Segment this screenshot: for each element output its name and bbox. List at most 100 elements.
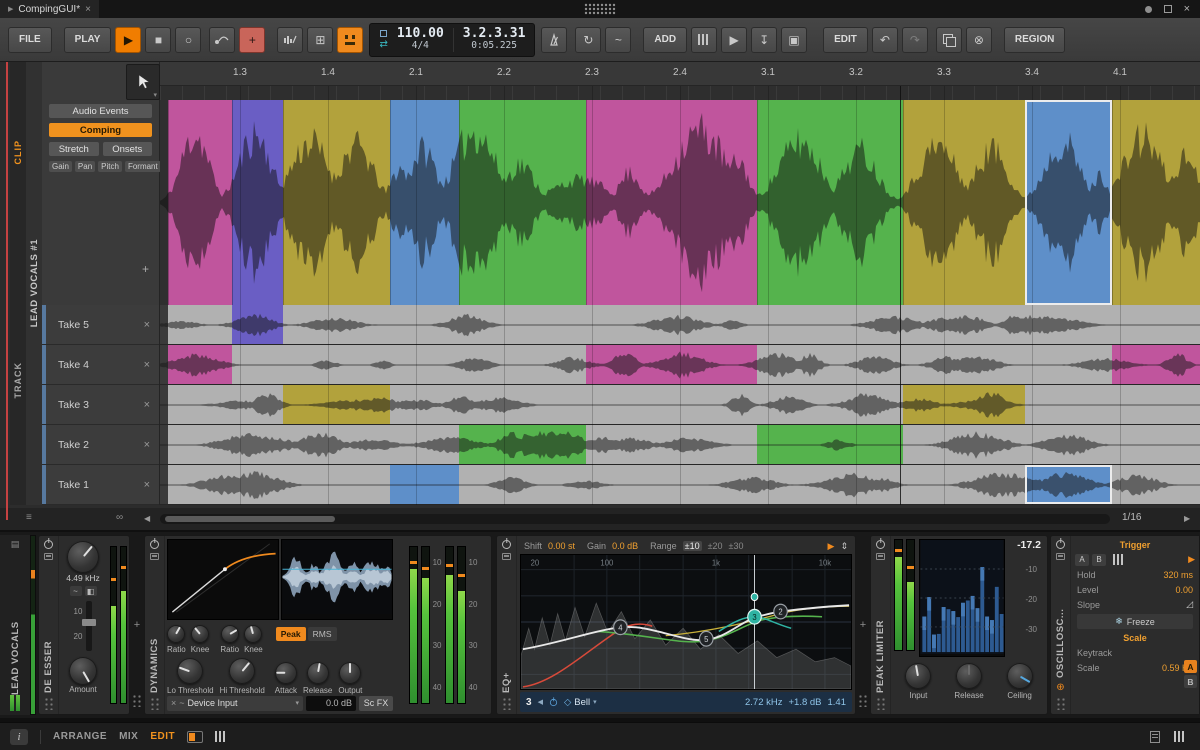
peak-mode-button[interactable]: Peak [275, 627, 306, 641]
comp-lane[interactable] [160, 100, 1200, 305]
tab-gain[interactable]: Gain [49, 161, 72, 172]
region-menu-button[interactable]: REGION [1003, 26, 1066, 53]
take-lane[interactable] [160, 345, 1200, 385]
comp-region-blue[interactable] [390, 100, 459, 305]
expand-icon[interactable]: ⇕ [840, 541, 848, 552]
tab-onsets[interactable]: Onsets [102, 142, 152, 156]
drag-handle-icon[interactable] [1055, 697, 1066, 710]
timeline-ruler[interactable]: 1.3 1.4 2.1 2.2 2.3 2.4 3.1 3.2 3.3 3.4 4.1 [160, 62, 1200, 86]
take-close-button[interactable]: × [144, 319, 159, 331]
comp-region-pink[interactable] [168, 100, 232, 305]
scrollbar-handle[interactable] [165, 516, 335, 522]
browser-panel-icon[interactable] [1174, 731, 1186, 742]
automation-write-button[interactable] [209, 26, 236, 53]
trigger-play-icon[interactable]: ▶ [1188, 554, 1195, 565]
add-device-icon[interactable]: + [134, 619, 140, 631]
loop-button[interactable]: ↻ [575, 26, 602, 53]
tab-stretch[interactable]: Stretch [49, 142, 99, 156]
device-oscilloscope[interactable]: OSCILLOSC... ⊕ Trigger A B ▶ Hold 320 ms… [1050, 535, 1200, 715]
take-close-button[interactable]: × [144, 399, 159, 411]
take-highlight-purple[interactable] [232, 305, 283, 344]
take-highlight-pink[interactable] [168, 345, 232, 384]
take-header[interactable]: Take 5 × [42, 305, 159, 345]
tab-pitch[interactable]: Pitch [98, 161, 122, 172]
amount-knob[interactable] [69, 657, 97, 685]
rms-mode-button[interactable]: RMS [307, 627, 337, 641]
add-menu-button[interactable]: ADD [643, 26, 688, 53]
folder-icon[interactable] [1056, 553, 1065, 560]
comp-region-olive[interactable] [283, 100, 390, 305]
device-eq-plus[interactable]: EQ+ Shift 0.00 st Gain 0.0 dB Range ±10 … [496, 535, 856, 715]
frequency-knob[interactable] [67, 541, 99, 573]
hold-value[interactable]: 320 ms [1163, 570, 1193, 580]
edit-waveform-button[interactable] [277, 26, 304, 53]
metronome-button[interactable] [541, 26, 568, 53]
fill-mode-icon[interactable] [380, 29, 388, 37]
sidechain-fx-button[interactable]: Sc FX [359, 695, 393, 711]
device-de-esser[interactable]: DE ESSER 4.49 kHz ~ ◧ 10 20 Amount [38, 535, 130, 715]
threshold-slider[interactable] [82, 601, 97, 651]
play-button[interactable]: ▶ [115, 26, 142, 53]
add-take-lane-button[interactable]: + [142, 262, 149, 276]
band-freq-value[interactable]: 2.72 kHz [745, 697, 783, 708]
band-number[interactable]: 3 [526, 697, 532, 708]
session-indicator-icon[interactable] [1144, 5, 1152, 13]
take-close-button[interactable]: × [144, 359, 159, 371]
frequency-value[interactable]: 4.49 kHz [66, 573, 100, 583]
tab-pan[interactable]: Pan [74, 161, 96, 172]
take-highlight-blue[interactable] [390, 465, 459, 504]
take-header[interactable]: Take 2 × [42, 425, 159, 465]
output-knob[interactable] [339, 662, 362, 684]
duplicate-button[interactable] [935, 26, 962, 53]
hi-threshold-knob[interactable] [229, 658, 256, 684]
take-header[interactable]: Take 3 × [42, 385, 159, 425]
add-modulator-icon[interactable]: ⊕ [1056, 682, 1064, 693]
channel-b-button[interactable]: B [1184, 675, 1197, 688]
info-button[interactable]: i [10, 728, 28, 745]
spectrum-toggle-icon[interactable]: ▶ [828, 541, 835, 552]
insert-device-slot[interactable]: + [132, 535, 142, 715]
take-highlight-pink[interactable] [586, 345, 757, 384]
sync-arrows-icon[interactable]: ⇄ [379, 39, 387, 50]
folder-icon[interactable] [44, 553, 53, 560]
import-button[interactable]: ↧ [751, 26, 778, 53]
power-icon[interactable] [1056, 540, 1065, 549]
knee-knob[interactable] [244, 625, 263, 643]
take-highlight-olive[interactable] [903, 385, 1025, 424]
tab-audio-events[interactable]: Audio Events [49, 104, 152, 118]
slope-icon[interactable]: ◿ [1186, 599, 1193, 610]
maximize-icon[interactable] [1163, 5, 1172, 13]
compression-curve-display[interactable] [167, 539, 279, 620]
power-icon[interactable] [150, 540, 159, 549]
drag-handle-icon[interactable] [43, 697, 54, 710]
release-knob[interactable] [306, 662, 329, 684]
comp-region-olive[interactable] [903, 100, 1025, 305]
link-icon[interactable]: ∞ [116, 512, 123, 523]
device-panel-toggle-icon[interactable] [187, 730, 204, 743]
grid-resolution-value[interactable]: 1/16 [1122, 512, 1141, 523]
preview-button[interactable]: ▶ [721, 26, 748, 53]
notification-icon[interactable] [1150, 730, 1160, 743]
lanes-icon[interactable]: ≡ [26, 512, 32, 523]
take-lane[interactable] [160, 305, 1200, 345]
time-signature-value[interactable]: 4/4 [412, 40, 429, 51]
scrollbar-track[interactable] [160, 514, 1110, 524]
track-mode-label[interactable]: TRACK [13, 362, 23, 399]
gain-history-display[interactable] [281, 539, 393, 620]
add-track-button[interactable]: ⊞ [307, 26, 334, 53]
channel-a-button[interactable]: A [1184, 660, 1197, 673]
comp-region-olive[interactable] [1112, 100, 1200, 305]
input-knob[interactable] [905, 663, 932, 689]
shift-value[interactable]: 0.00 st [548, 541, 575, 551]
eq-curve-display[interactable]: 20 100 1k 10k 4 5 3 2 [520, 554, 852, 690]
stop-button[interactable]: ■ [145, 26, 172, 53]
take-lane[interactable] [160, 385, 1200, 425]
position-value[interactable]: 3.2.3.31 [463, 26, 526, 41]
take-highlight-pink[interactable] [1112, 345, 1200, 384]
sidechain-source-select[interactable]: × ~ Device Input ▾ [167, 695, 303, 711]
clip-mode-label[interactable]: CLIP [13, 140, 23, 165]
ceiling-knob[interactable] [1006, 663, 1033, 689]
tempo-display[interactable]: 110.00 4/4 [397, 26, 444, 52]
take-header[interactable]: Take 1 × [42, 465, 159, 505]
notes-icon[interactable]: ▤ [11, 539, 20, 550]
